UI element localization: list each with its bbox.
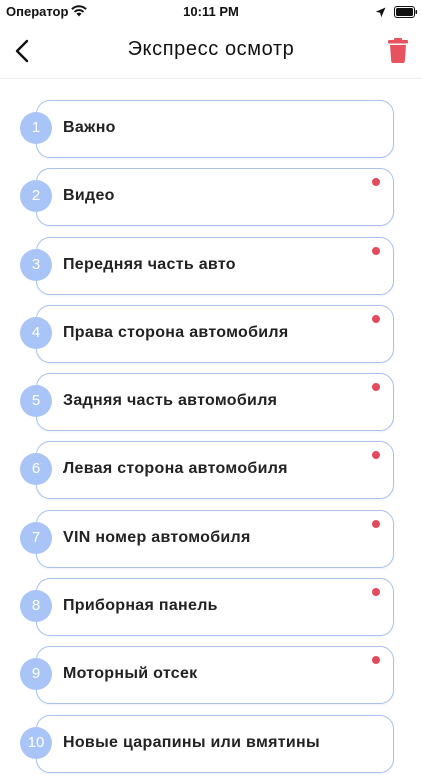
- item-label: Новые царапины или вмятины: [63, 733, 320, 751]
- list-item[interactable]: 8 Приборная панель: [0, 578, 422, 637]
- trash-icon: [388, 38, 408, 63]
- status-time: 10:11 PM: [183, 4, 239, 19]
- inspection-list: 1 Важно 2 Видео 3 Передняя часть авто 4 Права с…: [0, 100, 422, 783]
- status-bar: Оператор 10:11 PM: [0, 0, 422, 24]
- item-number-badge: 8: [20, 590, 52, 623]
- nav-bar: Экспресс осмотр: [0, 24, 422, 79]
- location-arrow-icon: [375, 5, 386, 23]
- status-dot: [372, 246, 380, 255]
- status-dot: [372, 519, 380, 528]
- battery-icon: [394, 5, 418, 23]
- list-item[interactable]: 3 Передняя часть авто: [0, 236, 422, 295]
- delete-button[interactable]: [386, 36, 410, 64]
- list-item[interactable]: 7 VIN номер автомобиля: [0, 509, 422, 568]
- item-label: Приборная панель: [63, 597, 218, 615]
- list-item[interactable]: 9 Моторный отсек: [0, 646, 422, 705]
- item-label: VIN номер автомобиля: [63, 528, 251, 546]
- item-label: Левая сторона автомобиля: [63, 460, 288, 478]
- list-item[interactable]: 6 Левая сторона автомобиля: [0, 441, 422, 500]
- item-label: Передняя часть авто: [63, 255, 236, 273]
- item-number-badge: 7: [20, 521, 52, 554]
- item-label: Важно: [63, 119, 116, 136]
- item-number-badge: 10: [20, 726, 52, 759]
- status-dot: [372, 314, 380, 323]
- item-number-badge: 1: [20, 112, 52, 144]
- list-item[interactable]: 1 Важно: [0, 100, 422, 158]
- list-item[interactable]: 10 Новые царапины или вмятины: [0, 714, 422, 773]
- item-number-badge: 5: [20, 385, 52, 418]
- item-label: Видео: [63, 187, 115, 205]
- item-number-badge: 4: [20, 316, 52, 349]
- list-item[interactable]: 5 Задняя часть автомобиля: [0, 373, 422, 432]
- list-item[interactable]: 2 Видео: [0, 168, 422, 227]
- page-title: Экспресс осмотр: [127, 38, 295, 60]
- item-label: Моторный отсек: [63, 665, 198, 683]
- item-label: Задняя часть автомобиля: [63, 392, 278, 410]
- item-label: Права сторона автомобиля: [63, 323, 289, 341]
- item-number-badge: 3: [20, 248, 52, 281]
- list-item[interactable]: 4 Права сторона автомобиля: [0, 304, 422, 363]
